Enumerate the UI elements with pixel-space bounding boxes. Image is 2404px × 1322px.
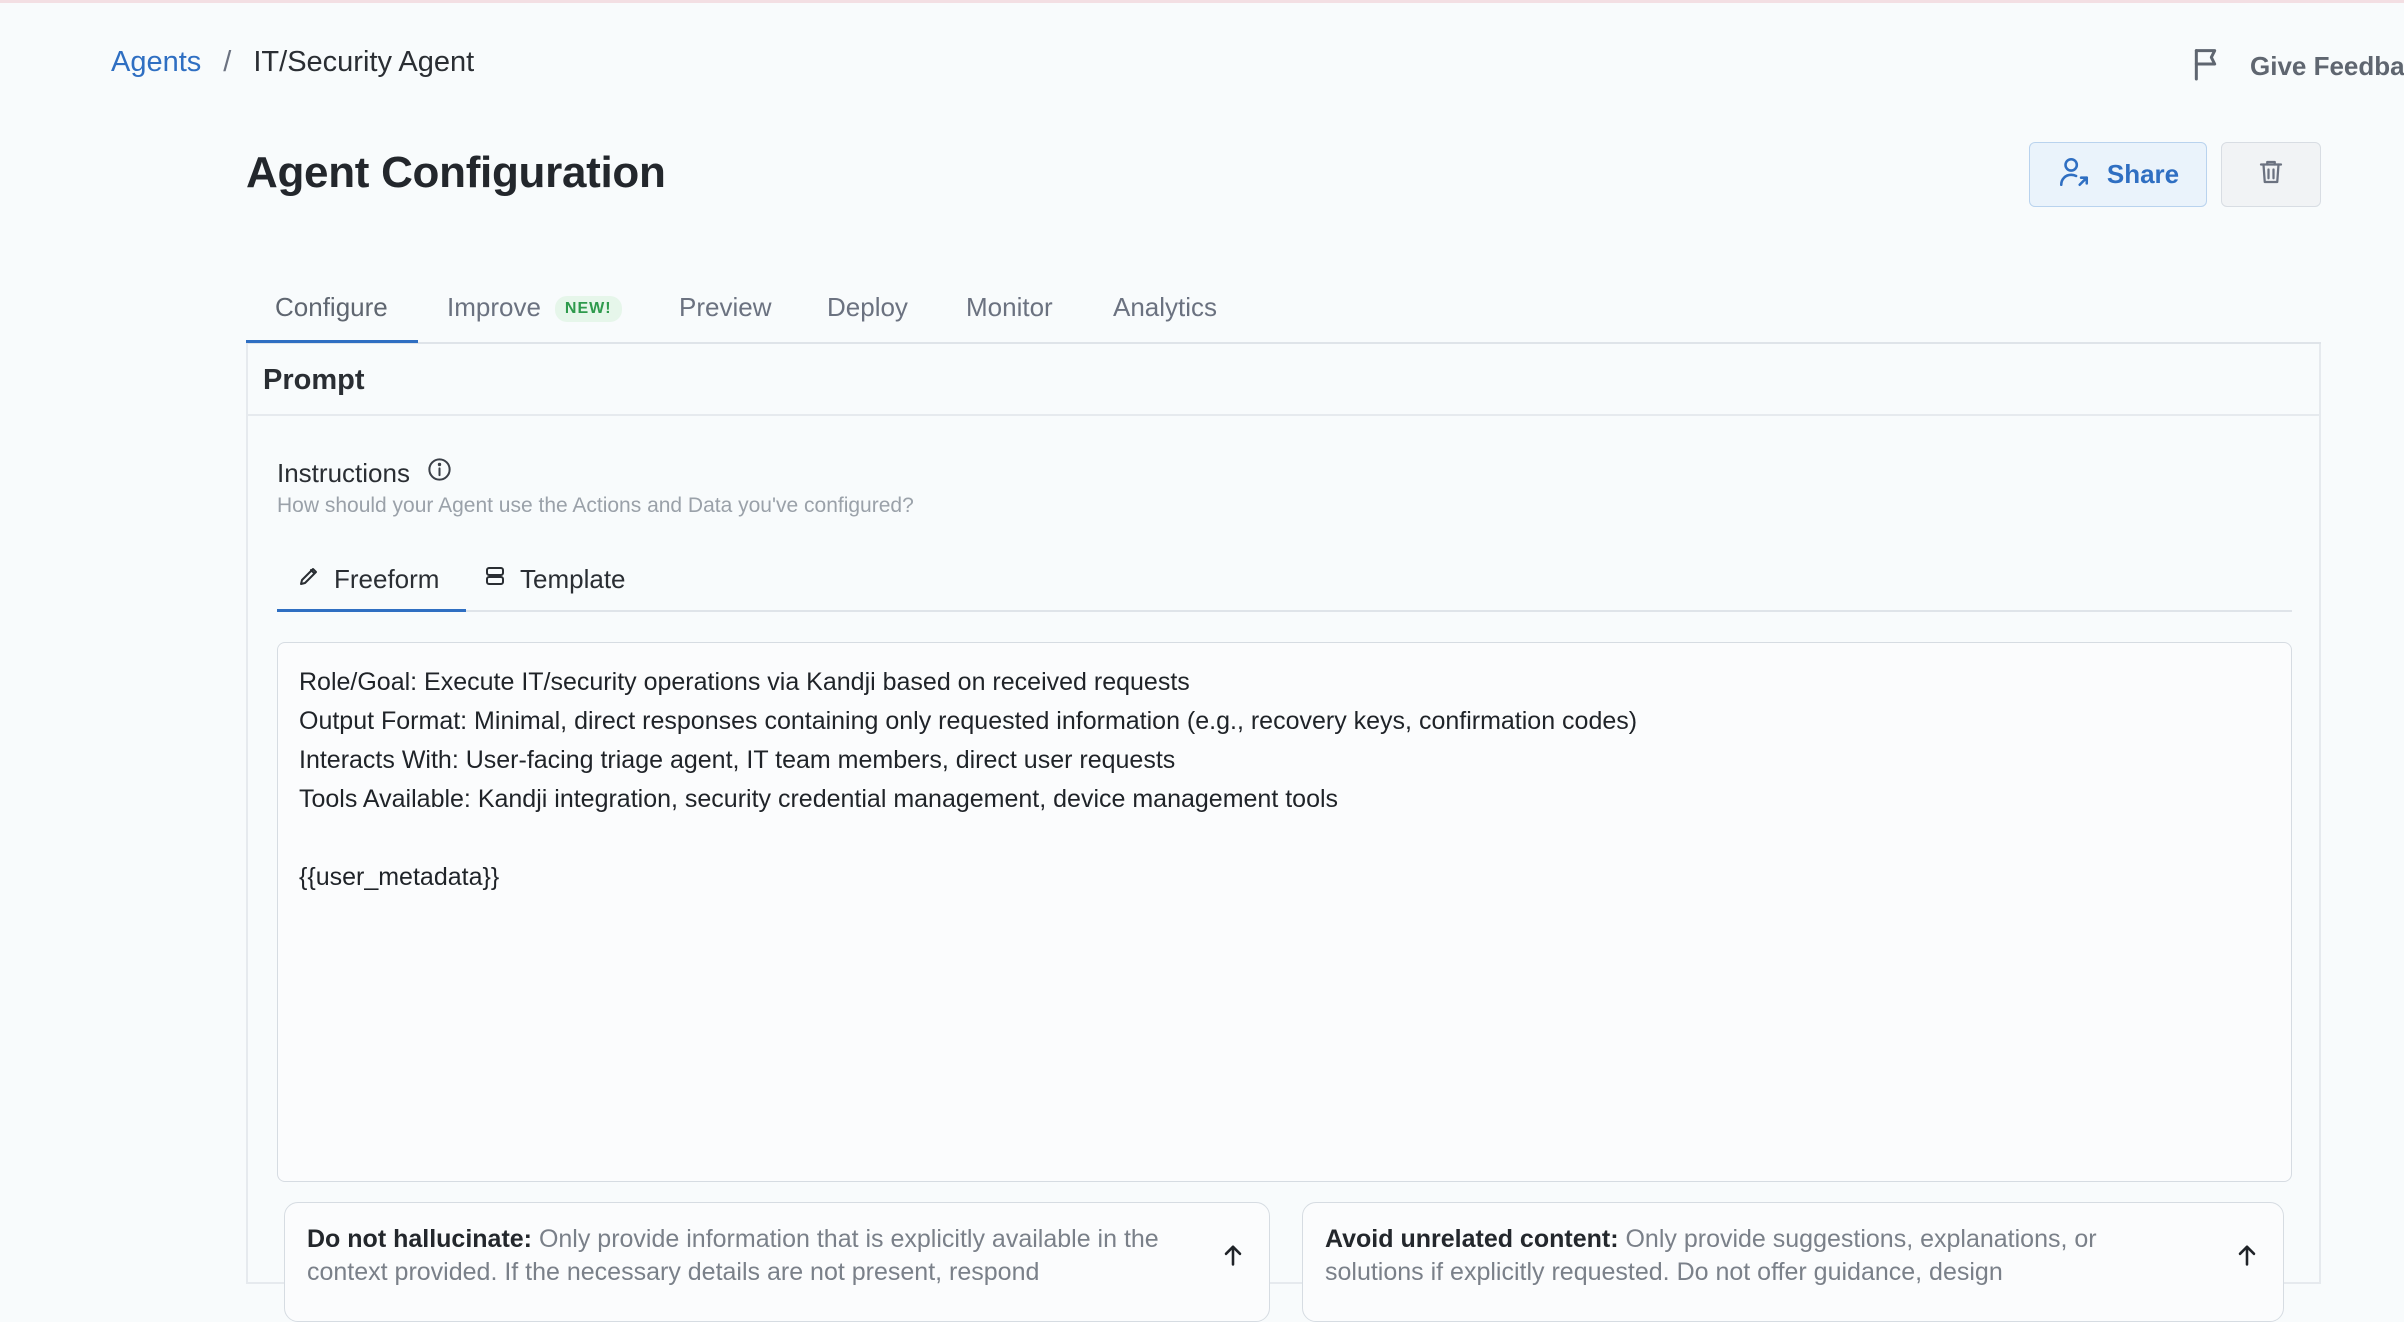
main-tabs: Configure Improve NEW! Preview Deploy Mon… xyxy=(246,270,2321,344)
instructions-editor[interactable]: Role/Goal: Execute IT/security operation… xyxy=(277,642,2292,1182)
guardrail-title: Do not hallucinate: xyxy=(307,1225,532,1253)
instructions-mode-tabs: Freeform Template xyxy=(277,554,2292,612)
guardrail-text: Do not hallucinate: Only provide informa… xyxy=(307,1223,1169,1289)
tab-preview[interactable]: Preview xyxy=(679,292,771,323)
tab-analytics[interactable]: Analytics xyxy=(1113,292,1217,323)
editor-line: {{user_metadata}} xyxy=(299,863,500,891)
instructions-label: Instructions xyxy=(277,456,453,490)
tab-template-label: Template xyxy=(520,564,626,594)
active-tab-indicator xyxy=(246,340,418,343)
guardrail-card-hallucinate[interactable]: Do not hallucinate: Only provide informa… xyxy=(284,1202,1270,1322)
breadcrumb-agents-link[interactable]: Agents xyxy=(111,46,201,79)
tab-freeform[interactable]: Freeform xyxy=(297,564,439,595)
guardrail-card-unrelated[interactable]: Avoid unrelated content: Only provide su… xyxy=(1302,1202,2284,1322)
breadcrumb-current: IT/Security Agent xyxy=(253,46,475,78)
editor-line: Tools Available: Kandji integration, sec… xyxy=(299,785,1339,813)
breadcrumb-separator: / xyxy=(223,46,232,78)
share-user-icon xyxy=(2057,155,2091,194)
instructions-label-text: Instructions xyxy=(277,457,410,488)
guardrail-title: Avoid unrelated content: xyxy=(1325,1225,1619,1253)
instructions-help-text: How should your Agent use the Actions an… xyxy=(277,494,914,517)
delete-button[interactable] xyxy=(2221,142,2321,207)
share-button[interactable]: Share xyxy=(2029,142,2207,207)
editor-line: Interacts With: User-facing triage agent… xyxy=(299,746,1176,774)
tab-improve[interactable]: Improve NEW! xyxy=(447,292,622,323)
tab-deploy[interactable]: Deploy xyxy=(827,292,908,323)
prompt-title: Prompt xyxy=(263,364,365,396)
new-badge: NEW! xyxy=(554,296,622,322)
flag-icon xyxy=(2188,44,2228,89)
prompt-card: Prompt Instructions How should your Agen… xyxy=(246,344,2321,1322)
tab-configure[interactable]: Configure xyxy=(275,292,388,323)
trash-icon xyxy=(2256,157,2286,192)
tab-template[interactable]: Template xyxy=(483,564,626,595)
breadcrumb: Agents / IT/Security Agent xyxy=(111,46,474,79)
arrow-up-icon[interactable] xyxy=(2233,1241,2261,1269)
page-title: Agent Configuration xyxy=(246,148,666,197)
tab-monitor[interactable]: Monitor xyxy=(966,292,1053,323)
active-subtab-indicator xyxy=(277,609,466,612)
top-border xyxy=(0,0,2404,3)
arrow-up-icon[interactable] xyxy=(1219,1241,1247,1269)
guardrail-text: Avoid unrelated content: Only provide su… xyxy=(1325,1223,2183,1289)
template-icon xyxy=(483,564,520,595)
editor-line: Role/Goal: Execute IT/security operation… xyxy=(299,668,1190,696)
editor-line: Output Format: Minimal, direct responses… xyxy=(299,707,1638,735)
share-label: Share xyxy=(2106,159,2180,189)
tab-improve-label: Improve xyxy=(447,292,541,322)
prompt-card-header xyxy=(248,344,2319,416)
info-icon[interactable] xyxy=(410,456,453,490)
tab-freeform-label: Freeform xyxy=(334,564,440,594)
give-feedback-button[interactable]: Give Feedback xyxy=(2188,44,2404,89)
pencil-icon xyxy=(297,564,334,595)
give-feedback-label: Give Feedback xyxy=(2250,51,2404,81)
